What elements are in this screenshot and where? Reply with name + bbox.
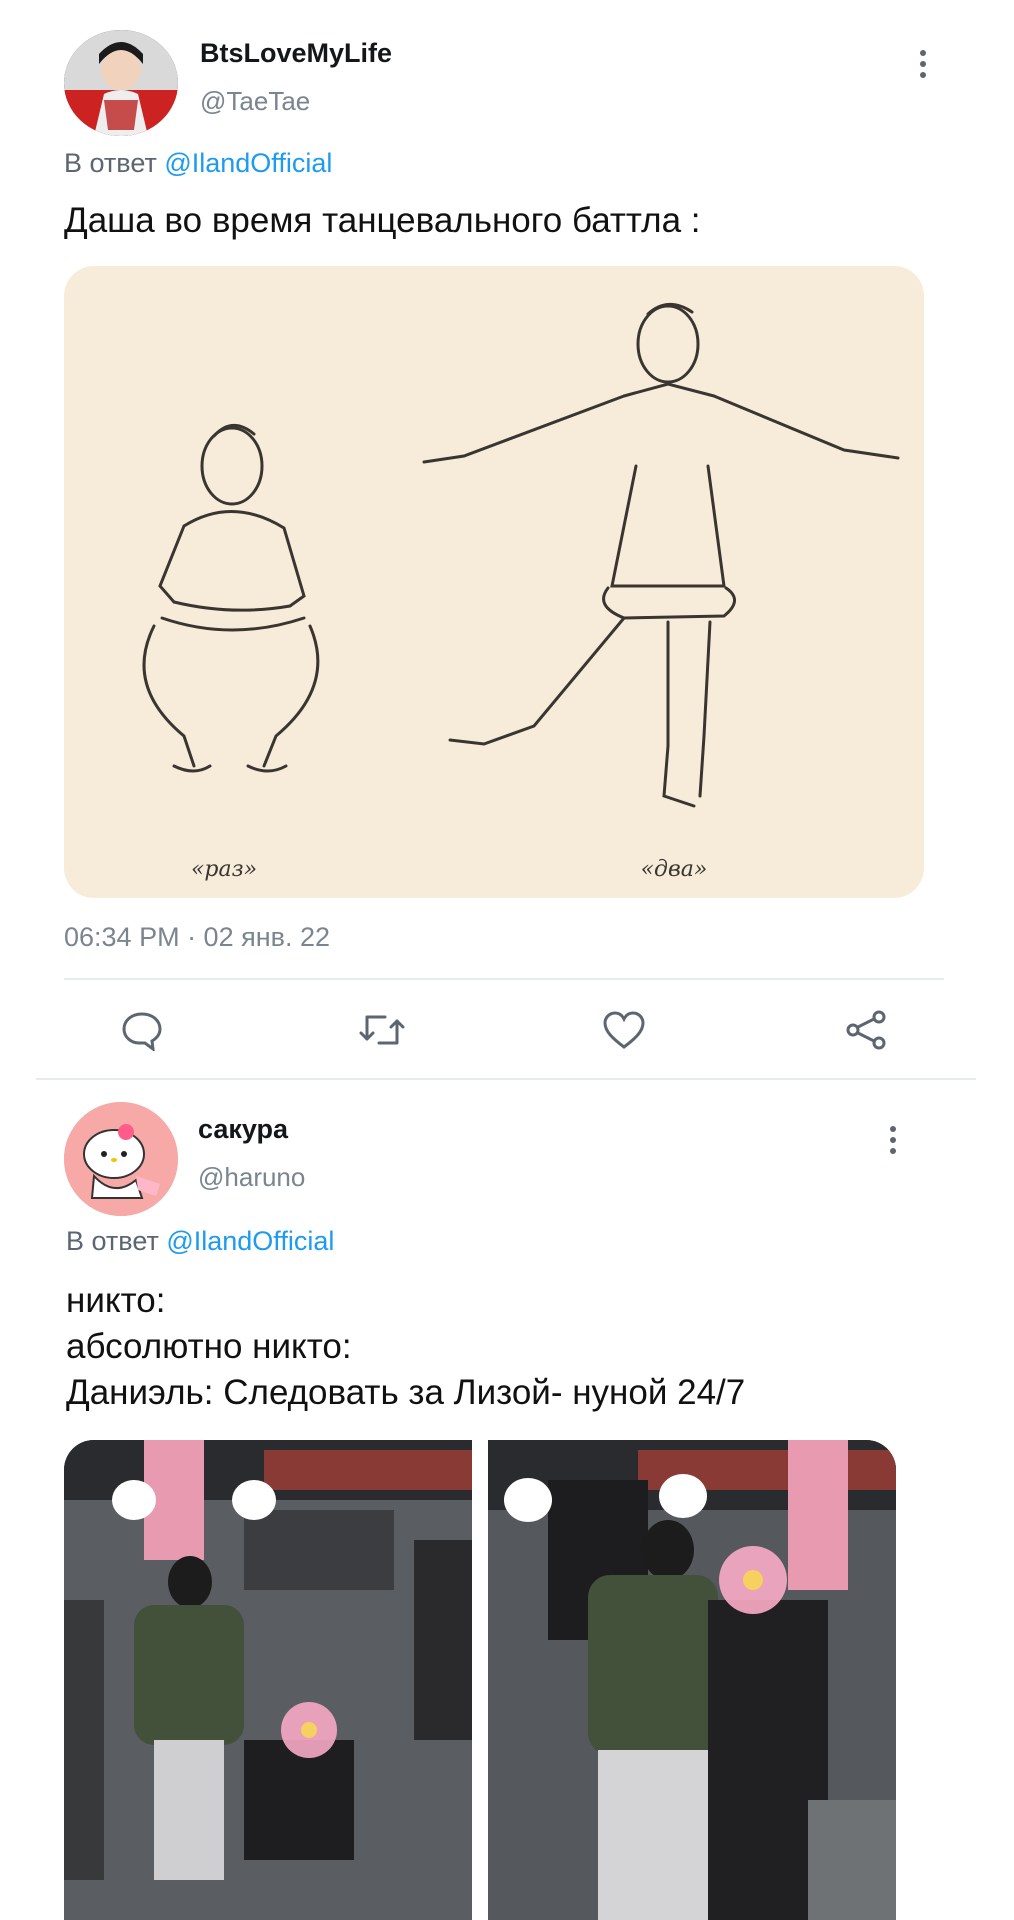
tweet-photo-left[interactable]	[64, 1440, 472, 1920]
tweet-2: сакура @haruno В ответ @IlandOfficial ни…	[0, 1080, 1014, 1920]
reply-mention-link[interactable]: @IlandOfficial	[164, 148, 332, 178]
like-icon[interactable]	[598, 1004, 650, 1056]
display-name[interactable]: сакура	[198, 1114, 288, 1145]
reply-icon[interactable]	[116, 1004, 168, 1056]
tweet-text-line: абсолютно никто:	[66, 1327, 352, 1366]
dance-drawing-illustration: «раз» «два»	[142, 303, 900, 882]
tweet-text: Даша во время танцевального баттла :	[64, 201, 701, 240]
divider	[64, 978, 944, 980]
more-options-icon[interactable]	[916, 50, 930, 78]
more-options-icon[interactable]	[886, 1126, 900, 1154]
reply-context: В ответ @IlandOfficial	[66, 1226, 334, 1257]
username[interactable]: @haruno	[198, 1162, 305, 1193]
username[interactable]: @TaeTae	[200, 86, 310, 117]
retweet-icon[interactable]	[356, 1004, 408, 1056]
reply-prefix: В ответ	[66, 1226, 159, 1256]
share-icon[interactable]	[840, 1004, 892, 1056]
tweet-text: никто: абсолютно никто: Даниэль: Следова…	[66, 1278, 745, 1416]
avatar[interactable]	[64, 1102, 178, 1216]
reply-context: В ответ @IlandOfficial	[64, 148, 332, 179]
caption-two: «два»	[641, 857, 708, 882]
tweet-image[interactable]: «раз» «два»	[64, 266, 924, 898]
tweet-media-grid	[64, 1440, 896, 1920]
avatar[interactable]	[64, 30, 178, 136]
tweet-1: BtsLoveMyLife @TaeTae В ответ @IlandOffi…	[0, 0, 1014, 1080]
tweet-photo-right[interactable]	[488, 1440, 896, 1920]
tweet-text-line: никто:	[66, 1281, 166, 1320]
caption-one: «раз»	[191, 857, 257, 882]
reply-prefix: В ответ	[64, 148, 157, 178]
display-name[interactable]: BtsLoveMyLife	[200, 38, 392, 69]
tweet-text-line: Даниэль: Следовать за Лизой- нуной 24/7	[66, 1373, 746, 1412]
reply-mention-link[interactable]: @IlandOfficial	[166, 1226, 334, 1256]
tweet-timestamp[interactable]: 06:34 PM · 02 янв. 22	[64, 922, 330, 953]
